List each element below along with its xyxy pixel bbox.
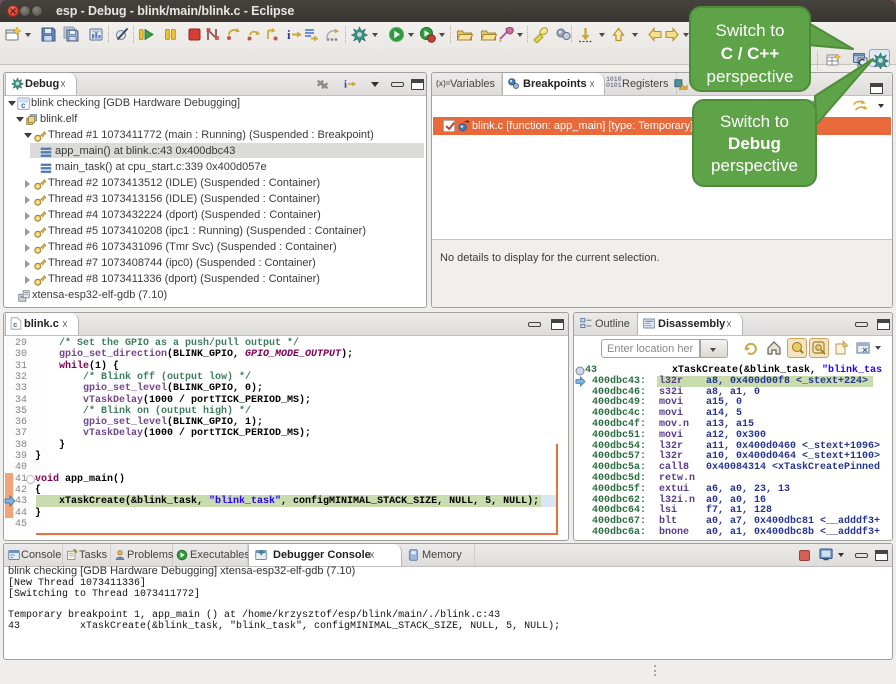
- svg-text:c: c: [13, 322, 17, 330]
- svg-text:c: c: [21, 102, 26, 111]
- svg-text:i: i: [287, 27, 291, 42]
- svg-text:i: i: [344, 79, 347, 91]
